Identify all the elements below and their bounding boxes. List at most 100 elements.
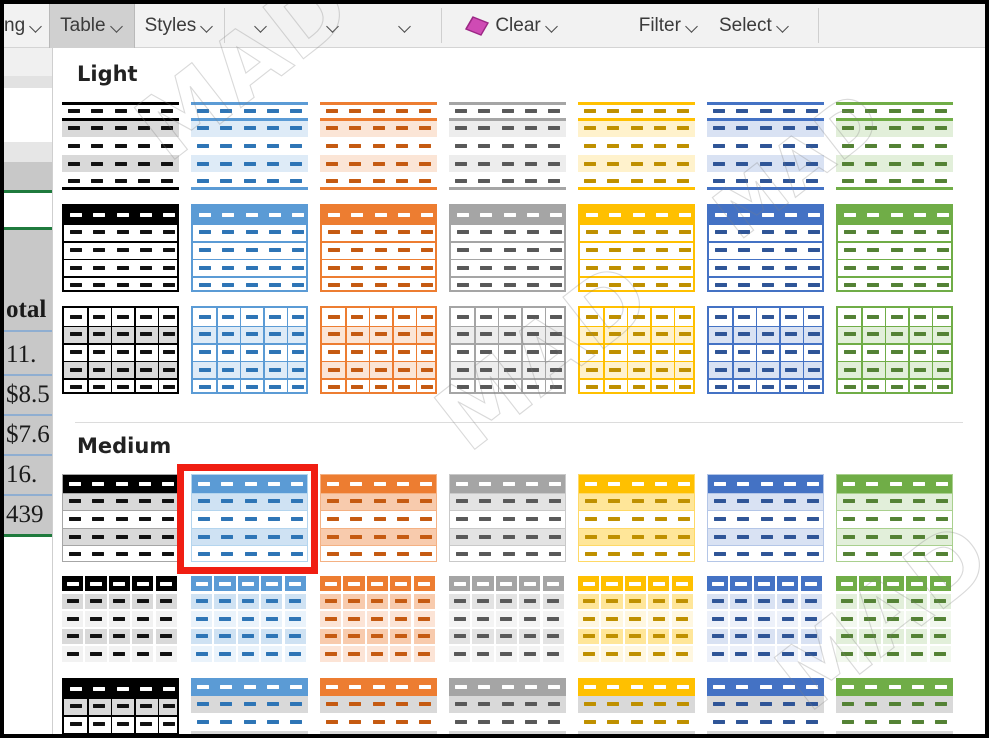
toolbar-item-clear[interactable]: Clear — [442, 4, 568, 48]
cell-dash — [677, 108, 690, 113]
table-style-thumbnail[interactable] — [191, 204, 308, 292]
table-style-thumbnail[interactable] — [578, 204, 695, 292]
toolbar-item-select[interactable]: Select — [709, 4, 800, 48]
table-style-thumbnail[interactable] — [836, 102, 953, 190]
thumb-body — [580, 206, 693, 290]
cell-dash — [324, 652, 337, 657]
toolbar-blank-dropdown-1[interactable] — [225, 4, 297, 48]
cell-dash — [737, 499, 750, 504]
toolbar-blank-dropdown-2[interactable] — [297, 4, 369, 48]
table-style-thumbnail[interactable] — [578, 678, 695, 734]
cell-dash — [69, 212, 82, 217]
toolbar-item-editing[interactable]: ng — [4, 4, 49, 48]
cell-dash — [244, 534, 257, 539]
table-style-thumbnail[interactable] — [836, 204, 953, 292]
thumb-cell — [390, 611, 412, 627]
sheet-cell[interactable]: $7.6 — [4, 416, 52, 454]
cell-dash — [91, 126, 104, 131]
table-style-thumbnail[interactable] — [62, 576, 179, 664]
table-style-thumbnail[interactable] — [320, 474, 437, 562]
cell-dash — [242, 616, 255, 621]
table-style-thumbnail[interactable] — [707, 306, 824, 394]
table-style-thumbnail[interactable] — [707, 102, 824, 190]
table-style-thumbnail[interactable] — [449, 204, 566, 292]
table-style-thumbnail[interactable] — [578, 102, 695, 190]
table-style-thumbnail[interactable] — [707, 576, 824, 664]
table-style-thumbnail[interactable] — [449, 474, 566, 562]
table-style-thumbnail[interactable] — [320, 678, 437, 734]
sheet-cell[interactable]: 16. — [4, 456, 52, 494]
table-style-thumbnail[interactable] — [836, 678, 953, 734]
cell-dash — [550, 314, 563, 319]
cell-dash — [454, 161, 467, 166]
thumb-cell — [601, 593, 623, 609]
table-style-thumbnail[interactable] — [191, 306, 308, 394]
toolbar-blank-dropdown-3[interactable] — [369, 4, 441, 48]
col-line — [157, 697, 160, 734]
cell-dash — [221, 517, 234, 521]
cell-dash — [371, 652, 384, 657]
cell-dash — [245, 248, 258, 252]
toolbar-item-table-label: Table — [60, 15, 106, 36]
cell-dash — [66, 634, 79, 639]
sheet-band — [4, 76, 52, 88]
sheet-cell[interactable]: 11. — [4, 336, 52, 374]
table-style-thumbnail[interactable] — [449, 576, 566, 664]
toolbar-item-filter[interactable]: Filter — [629, 4, 709, 48]
table-style-thumbnail[interactable] — [707, 204, 824, 292]
table-style-thumbnail[interactable] — [62, 678, 179, 734]
sheet-cell[interactable]: 439 — [4, 496, 52, 534]
table-style-thumbnail[interactable] — [320, 576, 437, 664]
toolbar-item-styles[interactable]: Styles — [135, 4, 225, 48]
table-style-thumbnail[interactable] — [836, 474, 953, 562]
cell-dash — [69, 367, 82, 372]
banded-row — [320, 730, 437, 734]
cell-dash — [609, 283, 622, 288]
cell-dash — [93, 722, 106, 726]
table-style-thumbnail[interactable] — [62, 306, 179, 394]
cell-dash — [632, 230, 645, 235]
table-style-thumbnail[interactable] — [449, 102, 566, 190]
table-style-thumbnail[interactable] — [578, 306, 695, 394]
table-style-thumbnail[interactable] — [320, 102, 437, 190]
table-style-thumbnail[interactable] — [707, 474, 824, 562]
cell-dash — [866, 534, 879, 539]
cell-dash — [654, 534, 667, 539]
table-style-thumbnail[interactable] — [62, 102, 179, 190]
table-style-thumbnail[interactable] — [191, 678, 308, 734]
spreadsheet-column-strip: otal 11. $8.5 $7.6 16. 439 — [4, 44, 52, 734]
cell-dash — [93, 212, 106, 217]
table-style-thumbnail[interactable] — [191, 102, 308, 190]
table-style-thumbnail[interactable] — [836, 576, 953, 664]
cell-dash — [758, 581, 771, 586]
table-style-thumbnail[interactable] — [707, 678, 824, 734]
table-style-thumbnail[interactable] — [578, 474, 695, 562]
sheet-cell[interactable]: otal — [4, 290, 52, 330]
table-style-thumbnail[interactable] — [62, 204, 179, 292]
table-style-thumbnail[interactable] — [320, 306, 437, 394]
table-style-thumbnail[interactable] — [836, 306, 953, 394]
sheet-cell[interactable]: $8.5 — [4, 376, 52, 414]
cell-dash — [267, 552, 280, 557]
cell-dash — [327, 350, 340, 354]
cell-dash — [863, 581, 876, 586]
table-style-thumbnail[interactable] — [320, 204, 437, 292]
table-style-thumbnail[interactable] — [449, 678, 566, 734]
table-style-thumbnail[interactable] — [191, 576, 308, 664]
table-style-thumbnail[interactable] — [62, 474, 179, 562]
table-style-thumbnail[interactable] — [578, 576, 695, 664]
table-style-thumbnail[interactable] — [449, 306, 566, 394]
cell-dash — [783, 517, 796, 521]
thumb-cell — [836, 593, 858, 609]
cell-dash — [911, 161, 924, 166]
toolbar-item-table[interactable]: Table — [49, 4, 135, 48]
table-style-thumbnail-selected[interactable] — [191, 474, 308, 562]
cell-dash — [937, 248, 950, 252]
cell-dash — [547, 581, 560, 586]
thumb-cell — [155, 628, 177, 645]
row-line — [64, 715, 177, 717]
row-line — [451, 276, 564, 278]
cell-dash — [456, 367, 469, 372]
cell-dash — [501, 179, 514, 184]
cell-dash — [584, 517, 597, 521]
